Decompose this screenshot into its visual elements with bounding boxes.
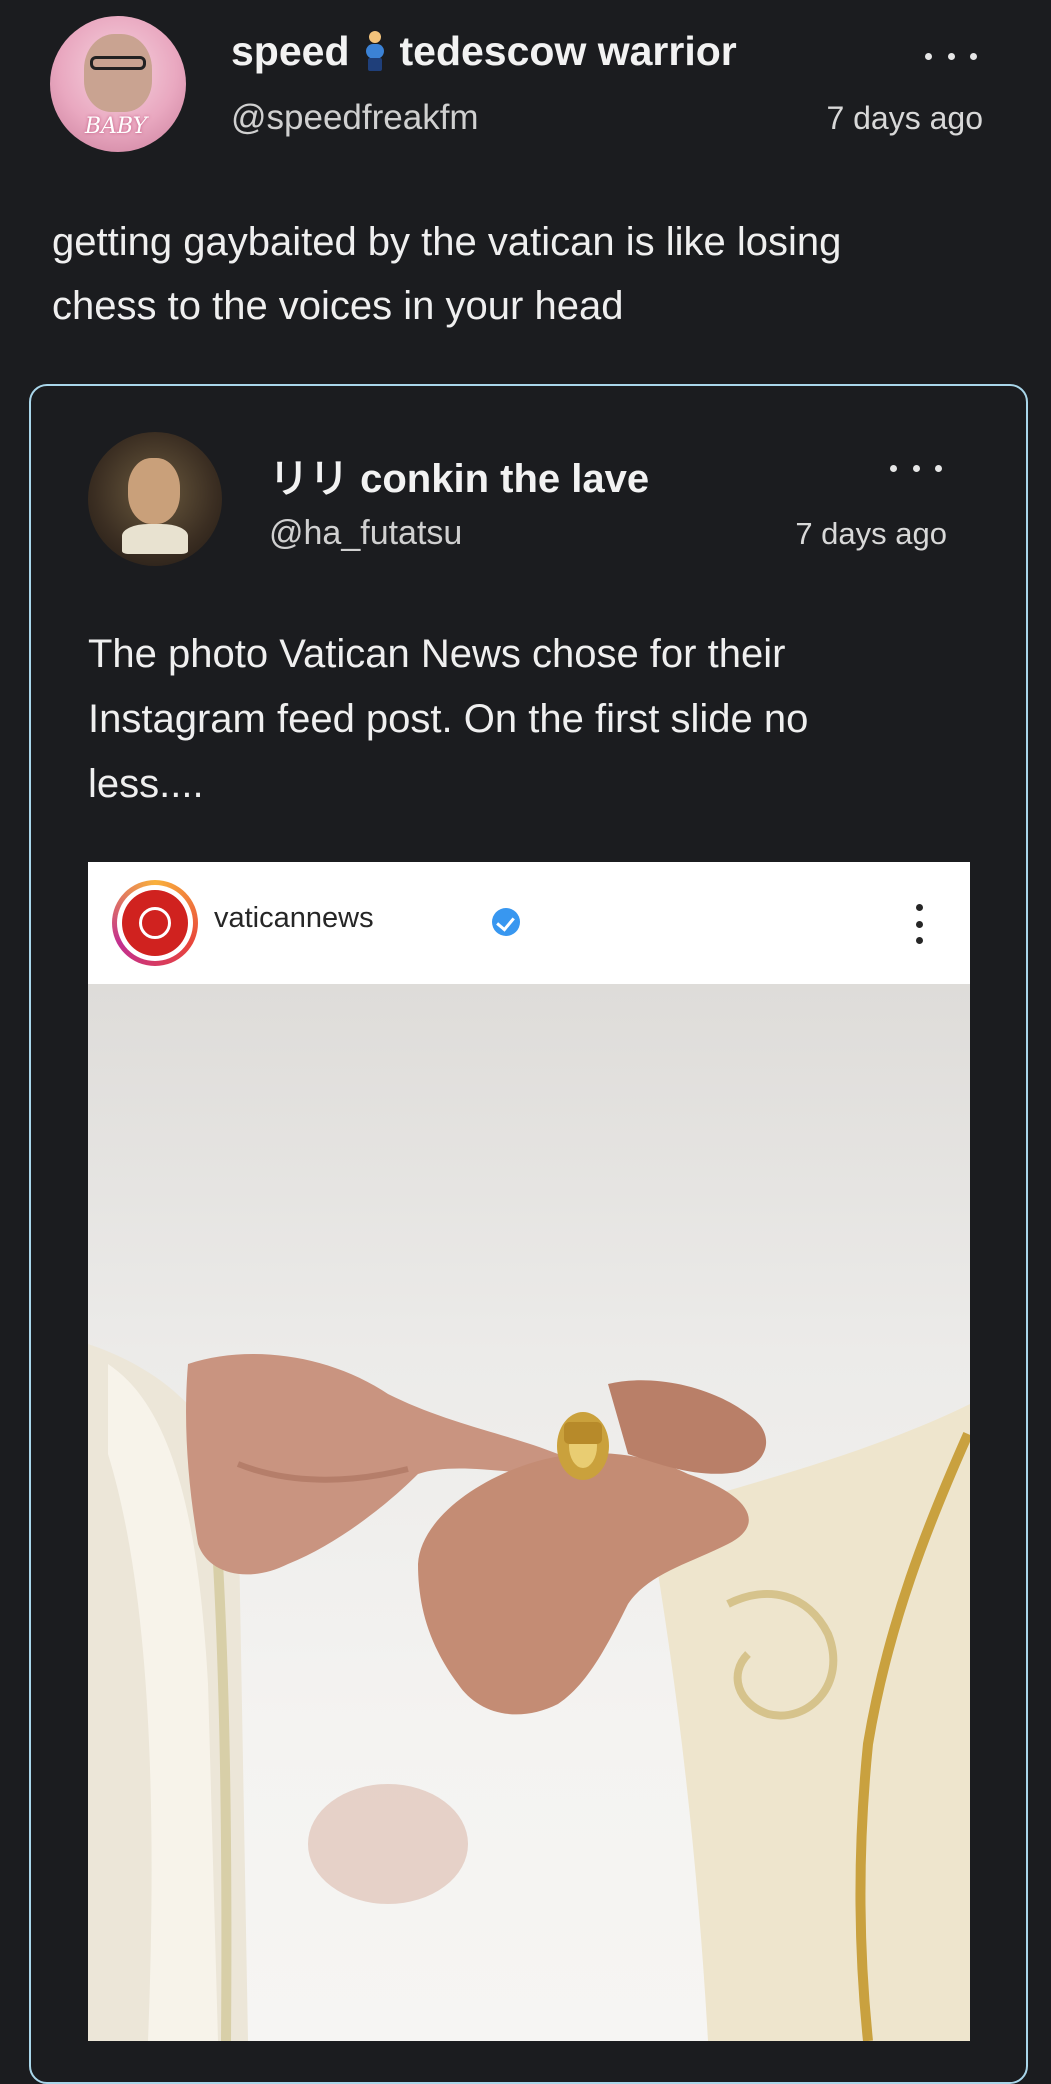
quoted-author-avatar[interactable] (88, 432, 222, 566)
pregnant-man-emoji-icon (362, 31, 388, 71)
author-avatar[interactable]: BABY (50, 16, 186, 152)
post-timestamp: 7 days ago (826, 100, 983, 136)
quoted-post-body: The photo Vatican News chose for their I… (88, 622, 808, 817)
quoted-author-handle[interactable]: @ha_futatsu (269, 514, 462, 553)
instagram-post-header: vaticannews (88, 862, 970, 984)
post-body: getting gaybaited by the vatican is like… (52, 210, 841, 338)
gold-ring-icon (557, 1412, 609, 1480)
quoted-author-name[interactable]: リリ conkin the lave (269, 446, 649, 504)
quoted-text-line: Instagram feed post. On the first slide … (88, 697, 809, 741)
verified-badge-icon (492, 908, 520, 936)
quoted-text-line: less.... (88, 762, 204, 806)
author-name-part2: tedescow warrior (399, 28, 737, 74)
post-header: BABY speed tedescow warrior @speedfreakfm… (0, 0, 1051, 170)
quoted-post-timestamp: 7 days ago (795, 516, 947, 551)
avatar-collar (122, 524, 188, 554)
avatar-caption: BABY (84, 114, 148, 139)
ring-exchange-photo (88, 984, 970, 2041)
author-display-name[interactable]: speed tedescow warrior (231, 28, 737, 75)
instagram-username: vaticannews (214, 902, 374, 934)
blurred-hand (308, 1784, 468, 1904)
author-name-part1: speed (231, 28, 350, 74)
more-options-icon[interactable] (925, 46, 977, 66)
avatar-face (128, 458, 180, 524)
post-text-line: getting gaybaited by the vatican is like… (52, 220, 842, 264)
post-text-line: chess to the voices in your head (52, 284, 624, 328)
vaticannews-avatar-icon (112, 880, 198, 966)
avatar-face (84, 34, 152, 112)
hands-ring-illustration (88, 1344, 970, 2041)
avatar-glasses (90, 56, 146, 70)
quoted-text-line: The photo Vatican News chose for their (88, 632, 786, 676)
more-vertical-icon (914, 904, 924, 944)
author-handle[interactable]: @speedfreakfm (231, 98, 479, 138)
vatican-news-logo-icon (122, 890, 188, 956)
embedded-instagram-image[interactable]: vaticannews (88, 862, 970, 2041)
quoted-more-options-icon[interactable] (890, 458, 942, 478)
